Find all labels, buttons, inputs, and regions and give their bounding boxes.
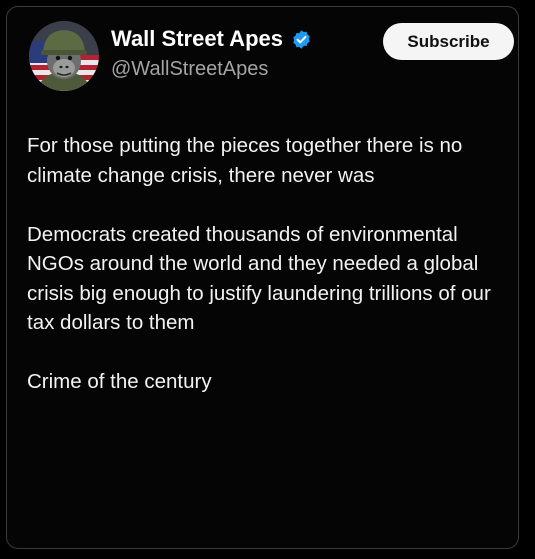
tweet-paragraph: Crime of the century: [27, 370, 212, 393]
author-name-row: Wall Street Apes: [111, 25, 312, 53]
subscribe-button[interactable]: Subscribe: [383, 23, 514, 60]
author-display-name[interactable]: Wall Street Apes: [111, 26, 283, 52]
tweet-paragraph: Democrats created thousands of environme…: [27, 222, 491, 335]
verified-badge-icon: [291, 29, 312, 50]
tweet-card: Wall Street Apes @WallStreetApes Subscri…: [6, 6, 519, 549]
avatar[interactable]: [29, 21, 99, 91]
gorilla-avatar-icon: [29, 21, 99, 91]
tweet-paragraph: For those putting the pieces together th…: [27, 134, 463, 187]
author-handle[interactable]: @WallStreetApes: [111, 58, 268, 81]
tweet-text: For those putting the pieces together th…: [27, 131, 505, 397]
